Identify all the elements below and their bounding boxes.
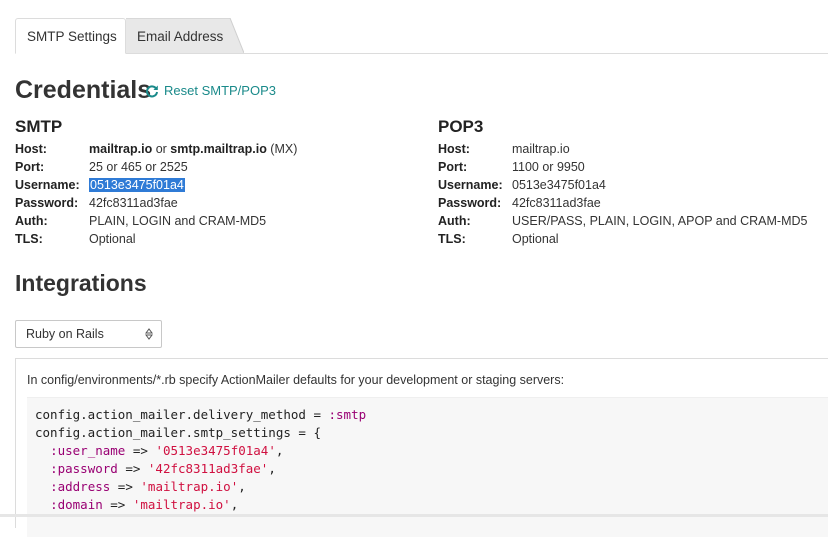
pop3-port-key: Port: — [438, 160, 468, 174]
tab-bar-divider — [15, 53, 828, 54]
smtp-host-value: mailtrap.io or smtp.mailtrap.io (MX) — [89, 140, 297, 158]
smtp-port-row: Port: 25 or 465 or 2525 — [15, 158, 297, 176]
smtp-host-suffix: (MX) — [266, 142, 298, 156]
smtp-username-key: Username: — [15, 178, 80, 192]
integration-select[interactable]: Ruby on Rails — [15, 320, 162, 348]
smtp-host-secondary: smtp.mailtrap.io — [170, 142, 267, 156]
smtp-credentials-list: Host: mailtrap.io or smtp.mailtrap.io (M… — [15, 140, 297, 248]
smtp-section: SMTP Host: mailtrap.io or smtp.mailtrap.… — [15, 117, 297, 248]
pop3-credentials-list: Host: mailtrap.io Port: 1100 or 9950 Use… — [438, 140, 807, 248]
integrations-title: Integrations — [15, 270, 147, 296]
smtp-host-or: or — [152, 142, 171, 156]
smtp-password-key: Password: — [15, 196, 79, 210]
pop3-auth-value: USER/PASS, PLAIN, LOGIN, APOP and CRAM-M… — [512, 214, 808, 228]
credentials-title: Credentials — [15, 76, 152, 104]
reset-smtp-pop3-link[interactable]: Reset SMTP/POP3 — [145, 82, 276, 100]
smtp-heading: SMTP — [15, 117, 63, 136]
pop3-auth-row: Auth: USER/PASS, PLAIN, LOGIN, APOP and … — [438, 212, 807, 230]
pop3-tls-row: TLS: Optional — [438, 230, 807, 248]
pop3-port-value: 1100 or 9950 — [512, 160, 585, 174]
code-line-6: :domain => 'mailtrap.io', — [50, 497, 239, 512]
code-line-3: :user_name => '0513e3475f01a4', — [50, 443, 284, 458]
pop3-host-value: mailtrap.io — [512, 142, 570, 156]
integration-select-value: Ruby on Rails — [26, 327, 104, 341]
tab-smtp-settings[interactable]: SMTP Settings — [15, 18, 126, 54]
select-updown-icon — [145, 328, 153, 340]
smtp-username-row: Username: 0513e3475f01a4 — [15, 176, 297, 194]
smtp-port-value: 25 or 465 or 2525 — [89, 160, 188, 174]
smtp-host-row: Host: mailtrap.io or smtp.mailtrap.io (M… — [15, 140, 297, 158]
pop3-port-row: Port: 1100 or 9950 — [438, 158, 807, 176]
pop3-password-value[interactable]: 42fc8311ad3fae — [512, 194, 601, 212]
pop3-heading: POP3 — [438, 117, 484, 136]
smtp-username-selection[interactable]: 0513e3475f01a4 — [89, 178, 185, 192]
tab-bar: Email Address SMTP Settings — [0, 0, 828, 54]
pop3-host-key: Host: — [438, 142, 470, 156]
tab-email-address[interactable]: Email Address — [126, 18, 244, 53]
pop3-host-row: Host: mailtrap.io — [438, 140, 807, 158]
code-line-2: config.action_mailer.smtp_settings = { — [35, 425, 321, 440]
smtp-tls-key: TLS: — [15, 232, 43, 246]
smtp-username-value[interactable]: 0513e3475f01a4 — [89, 176, 185, 194]
pop3-section: POP3 Host: mailtrap.io Port: 1100 or 995… — [438, 117, 807, 248]
smtp-password-value[interactable]: 42fc8311ad3fae — [89, 194, 178, 212]
refresh-icon — [145, 84, 159, 98]
smtp-tls-value: Optional — [89, 232, 136, 246]
smtp-host-key: Host: — [15, 142, 47, 156]
integration-description: In config/environments/*.rb specify Acti… — [27, 373, 565, 387]
pop3-tls-value: Optional — [512, 232, 559, 246]
smtp-tls-row: TLS: Optional — [15, 230, 297, 248]
pop3-auth-key: Auth: — [438, 214, 471, 228]
code-line-5: :address => 'mailtrap.io', — [50, 479, 246, 494]
smtp-auth-row: Auth: PLAIN, LOGIN and CRAM-MD5 — [15, 212, 297, 230]
pop3-username-row: Username: 0513e3475f01a4 — [438, 176, 807, 194]
integration-panel: In config/environments/*.rb specify Acti… — [15, 358, 828, 537]
smtp-auth-key: Auth: — [15, 214, 48, 228]
code-line-4: :password => '42fc8311ad3fae', — [50, 461, 276, 476]
smtp-port-key: Port: — [15, 160, 45, 174]
code-line-1: config.action_mailer.delivery_method = :… — [35, 407, 367, 422]
reset-link-label: Reset SMTP/POP3 — [164, 83, 276, 98]
pop3-username-value[interactable]: 0513e3475f01a4 — [512, 176, 606, 194]
smtp-auth-value: PLAIN, LOGIN and CRAM-MD5 — [89, 214, 267, 228]
pop3-username-key: Username: — [438, 178, 503, 192]
pop3-password-row: Password: 42fc8311ad3fae — [438, 194, 807, 212]
pop3-password-key: Password: — [438, 196, 502, 210]
smtp-password-row: Password: 42fc8311ad3fae — [15, 194, 297, 212]
smtp-host-primary: mailtrap.io — [89, 142, 153, 156]
pop3-tls-key: TLS: — [438, 232, 466, 246]
